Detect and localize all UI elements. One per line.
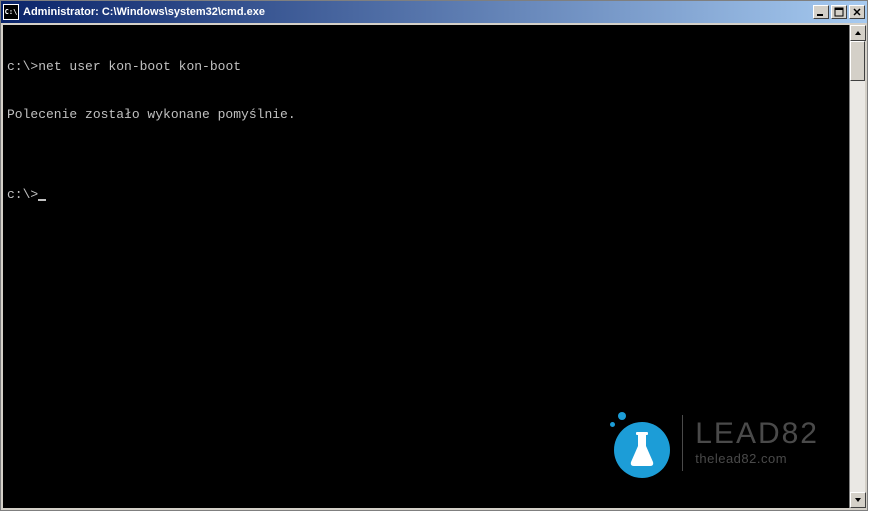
- watermark-divider: [682, 415, 683, 471]
- scroll-track[interactable]: [850, 41, 865, 492]
- minimize-button[interactable]: [813, 5, 829, 19]
- console-line: Polecenie zostało wykonane pomyślnie.: [7, 107, 845, 123]
- window-controls: [813, 5, 865, 19]
- window-title: Administrator: C:\Windows\system32\cmd.e…: [23, 6, 813, 18]
- watermark-brand: LEAD82: [695, 419, 819, 449]
- vertical-scrollbar[interactable]: [849, 25, 865, 508]
- console-output[interactable]: c:\>net user kon-boot kon-boot Polecenie…: [3, 25, 849, 508]
- cmd-window: C:\ Administrator: C:\Windows\system32\c…: [0, 0, 868, 511]
- close-button[interactable]: [849, 5, 865, 19]
- cursor: [38, 199, 46, 201]
- scroll-up-button[interactable]: [850, 25, 866, 41]
- maximize-button[interactable]: [831, 5, 847, 19]
- console-line: c:\>: [7, 187, 845, 203]
- cmd-icon: C:\: [3, 4, 19, 20]
- client-area: c:\>net user kon-boot kon-boot Polecenie…: [3, 25, 865, 508]
- titlebar[interactable]: C:\ Administrator: C:\Windows\system32\c…: [1, 1, 867, 23]
- watermark-url: thelead82.com: [695, 451, 819, 467]
- scroll-down-button[interactable]: [850, 492, 866, 508]
- watermark-icon: [600, 408, 670, 478]
- console-line: c:\>net user kon-boot kon-boot: [7, 59, 845, 75]
- scroll-thumb[interactable]: [850, 41, 865, 81]
- watermark: LEAD82 thelead82.com: [600, 408, 819, 478]
- flask-icon: [627, 432, 657, 468]
